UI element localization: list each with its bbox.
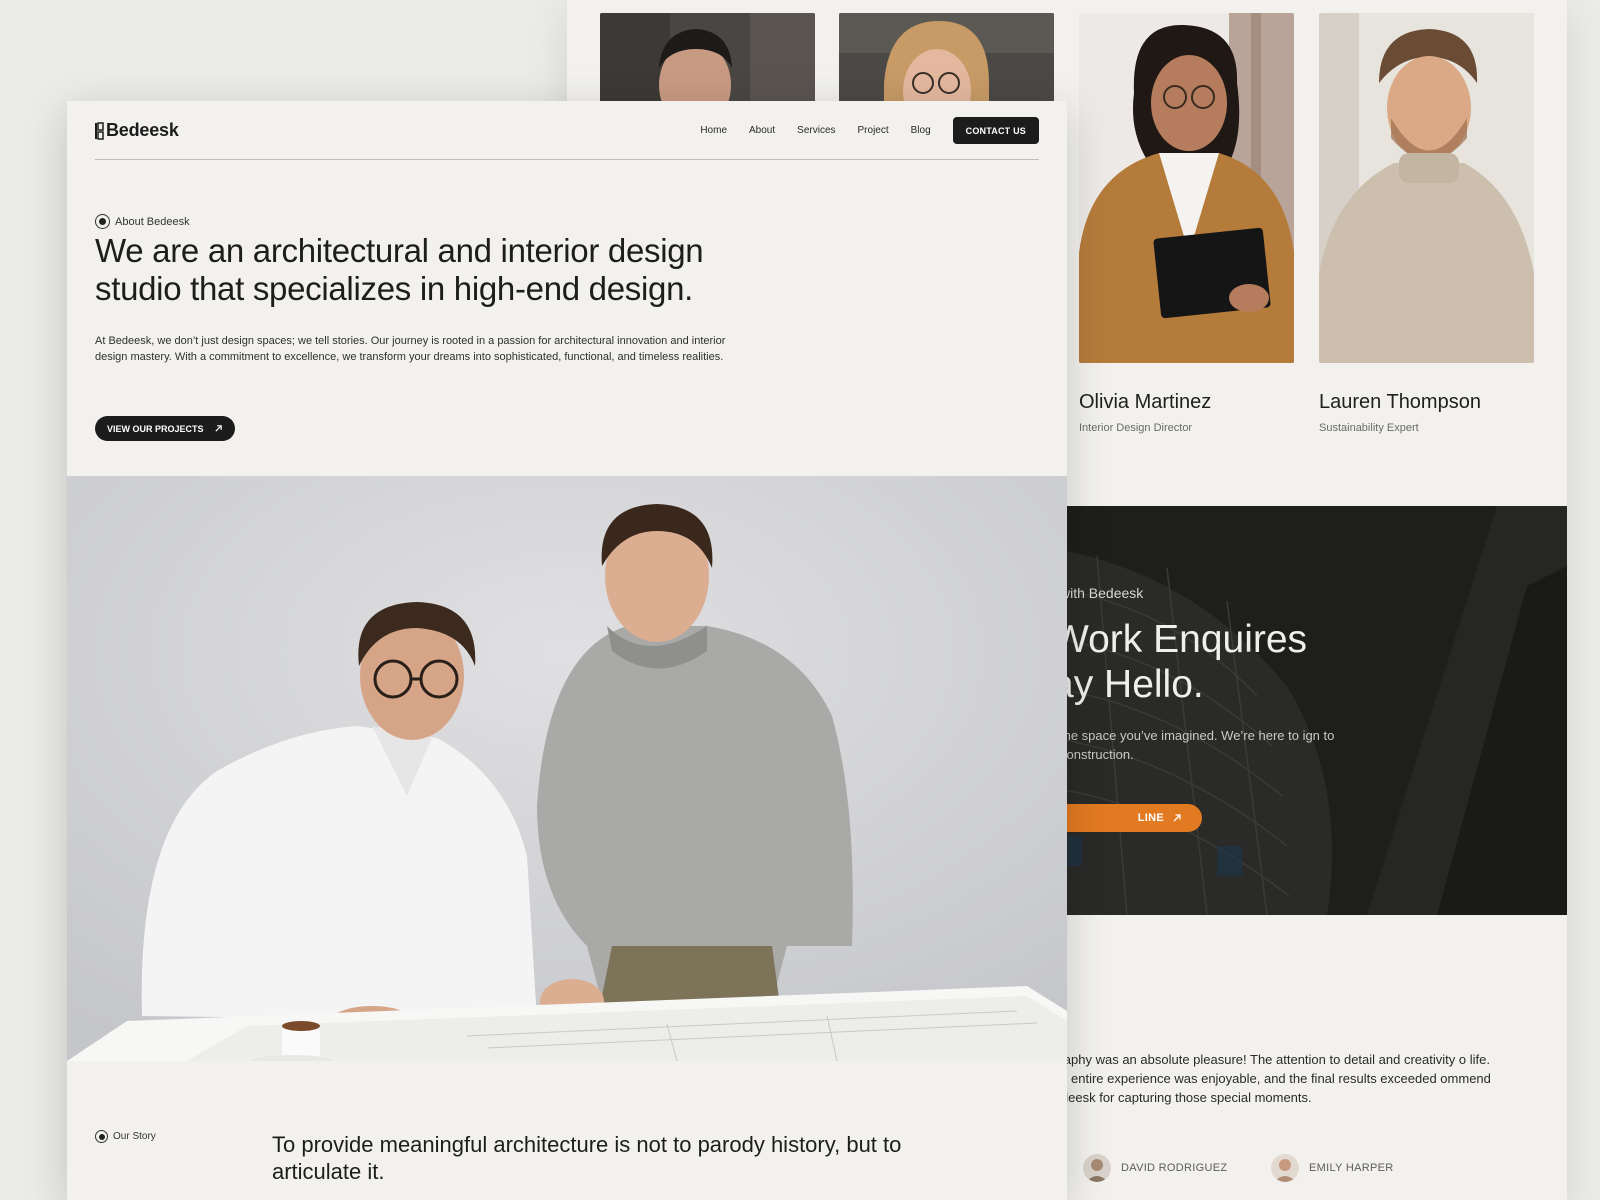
- team-photo: [1319, 13, 1534, 363]
- logo-mark-icon: [95, 121, 104, 140]
- dot-circle-icon: [95, 214, 110, 229]
- nav-link-about[interactable]: About: [749, 125, 775, 136]
- story-quote: To provide meaningful architecture is no…: [272, 1132, 902, 1184]
- testimonial-text: ography was an absolute pleasure! The at…: [1045, 1052, 1491, 1105]
- cta-text: the space you’ve imagined. We’re here to…: [1060, 728, 1335, 762]
- logo-text: Bedeesk: [106, 120, 179, 140]
- cta-title-line: ay Hello.: [1052, 663, 1204, 706]
- nav-links: Home About Services Project Blog CONTACT…: [700, 117, 1039, 144]
- reviewer-tab[interactable]: EMILY HARPER: [1271, 1154, 1394, 1182]
- view-projects-label: VIEW OUR PROJECTS: [107, 423, 204, 434]
- logo[interactable]: Bedeesk: [95, 120, 179, 141]
- cta-kicker: with Bedeesk: [1060, 585, 1144, 601]
- avatar: [1271, 1154, 1299, 1182]
- reviewer-name: DAVID RODRIGUEZ: [1121, 1162, 1228, 1174]
- cta-title-line: Work Enquires: [1052, 618, 1308, 661]
- contact-us-button[interactable]: CONTACT US: [952, 117, 1039, 144]
- team-role: Interior Design Director: [1079, 422, 1193, 434]
- team-card-lauren[interactable]: Lauren Thompson Sustainability Expert: [1319, 13, 1534, 434]
- team-name: Lauren Thompson: [1319, 391, 1481, 413]
- team-photo: [1079, 13, 1294, 363]
- hero-image: [67, 476, 1067, 1061]
- arrow-up-right-icon: [214, 425, 222, 432]
- nav-link-services[interactable]: Services: [797, 125, 835, 136]
- story-eyebrow-label: Our Story: [113, 1131, 156, 1142]
- team-photo-illustration: [67, 476, 1067, 1061]
- reviewer-tab[interactable]: DAVID RODRIGUEZ: [1083, 1154, 1227, 1182]
- team-card-olivia[interactable]: Olivia Martinez Interior Design Director: [1079, 13, 1294, 434]
- nav-link-home[interactable]: Home: [700, 125, 727, 136]
- about-eyebrow-label: About Bedeesk: [115, 215, 190, 228]
- about-eyebrow: About Bedeesk: [95, 214, 190, 229]
- nav-link-blog[interactable]: Blog: [911, 125, 931, 136]
- nav-link-project[interactable]: Project: [858, 125, 889, 136]
- avatar: [1083, 1154, 1111, 1182]
- arrow-up-right-icon: [1173, 814, 1181, 822]
- story-eyebrow: Our Story: [95, 1130, 156, 1143]
- reviewer-name: EMILY HARPER: [1309, 1162, 1394, 1174]
- about-intro: At Bedeesk, we don’t just design spaces;…: [95, 335, 726, 363]
- view-projects-button[interactable]: VIEW OUR PROJECTS: [95, 416, 235, 441]
- front-page-preview: Bedeesk Home About Services Project Blog…: [67, 101, 1067, 1200]
- top-nav: Bedeesk Home About Services Project Blog…: [95, 117, 1039, 160]
- dot-circle-icon: [95, 1130, 108, 1143]
- cta-button-label: LINE: [1137, 812, 1164, 824]
- page-title: We are an architectural and interior des…: [95, 232, 704, 307]
- cta-title: Work Enquires ay Hello.: [1052, 617, 1307, 707]
- team-name: Olivia Martinez: [1079, 391, 1212, 413]
- team-role: Sustainability Expert: [1319, 422, 1419, 434]
